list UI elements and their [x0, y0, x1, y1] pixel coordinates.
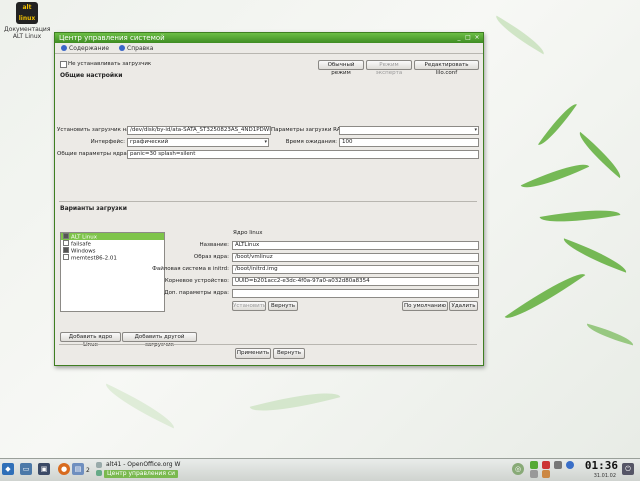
extra-params-label: Доп. параметры ядра: — [164, 290, 229, 296]
checkbox-icon[interactable] — [63, 233, 69, 239]
tray-battery-icon[interactable] — [530, 470, 538, 478]
tray-help-icon[interactable] — [566, 461, 574, 469]
alt-linux-logo-icon: alt linux — [16, 2, 38, 24]
desktop-number[interactable]: 2 — [86, 467, 90, 475]
list-item[interactable]: memtest86-2.01 — [61, 254, 164, 262]
docs-desktop-icon[interactable]: alt linux Документация ALT Linux — [4, 2, 50, 40]
install-to-input[interactable]: /dev/disk/by-id/ata-SATA_ST3250823AS_4ND… — [127, 126, 271, 135]
tray-network-icon[interactable]: ◎ — [512, 463, 524, 475]
list-item[interactable]: Windows — [61, 247, 164, 255]
bamboo-leaf — [249, 383, 341, 421]
edit-lilo-conf-button[interactable]: Редактировать lilo.conf — [414, 60, 479, 76]
window-tabs: Содержание Справка — [55, 43, 483, 54]
initrd-input[interactable]: /boot/initrd.img — [232, 265, 479, 274]
interface-label: Интерфейс: — [90, 139, 125, 145]
bamboo-leaf — [491, 15, 549, 55]
bamboo-leaf — [101, 383, 179, 429]
timeout-input[interactable]: 100 — [339, 138, 479, 147]
bamboo-leaf — [504, 265, 586, 327]
bamboo-leaf — [584, 323, 636, 346]
window-title: Центр управления системой — [59, 34, 165, 42]
bamboo-leaf — [573, 131, 627, 179]
logout-icon[interactable]: ⏻ — [622, 463, 634, 475]
close-icon[interactable]: × — [473, 34, 481, 42]
maximize-icon[interactable]: □ — [464, 34, 472, 42]
checkbox-icon[interactable] — [63, 254, 69, 260]
checkbox-icon[interactable] — [63, 240, 69, 246]
tab-contents[interactable]: Содержание — [57, 44, 113, 53]
help-icon — [119, 45, 126, 51]
office-icon[interactable]: ▤ — [72, 463, 84, 475]
bamboo-leaf — [538, 99, 577, 150]
name-label: Название: — [199, 242, 229, 248]
revert-entry-button[interactable]: Вернуть — [268, 301, 298, 311]
home-icon — [61, 45, 67, 51]
raid-params-label: Параметры загрузки RAID: — [271, 127, 349, 133]
chevron-down-icon: ▾ — [264, 139, 267, 145]
browser-icon[interactable]: ● — [58, 463, 70, 475]
install-to-label: Установить загрузчик на — [57, 127, 130, 133]
general-settings-heading: Общие настройки — [60, 72, 123, 79]
set-default-button[interactable]: По умолчанию — [402, 301, 448, 311]
control-center-window: Центр управления системой _ □ × Содержан… — [54, 32, 484, 366]
bamboo-leaf — [560, 238, 630, 273]
date: 31.01.02 — [593, 473, 616, 479]
window-titlebar[interactable]: Центр управления системой _ □ × — [55, 33, 483, 43]
kernel-image-label: Образ ядра: — [193, 254, 229, 260]
show-desktop-icon[interactable]: ▭ — [20, 463, 32, 475]
taskbar: ◆ ▭ ▣ ● ▤ 2 alt41 - OpenOffice.org W Цен… — [0, 458, 640, 481]
chevron-down-icon: ▾ — [474, 127, 477, 133]
expert-mode-button[interactable]: Режим эксперта — [366, 60, 412, 76]
basic-mode-button[interactable]: Обычный режим — [318, 60, 364, 76]
tray-update-icon[interactable] — [530, 461, 538, 469]
no-install-loader-checkbox[interactable] — [60, 61, 67, 68]
task-openoffice[interactable]: alt41 - OpenOffice.org W — [106, 461, 180, 469]
name-input[interactable]: ALTLinux — [232, 241, 479, 250]
no-install-loader-label: Не устанавливать загрузчик — [68, 61, 152, 67]
add-other-loader-button[interactable]: Добавить другой загрузчик — [122, 332, 197, 348]
task-control-center[interactable]: Центр управления си — [104, 470, 179, 478]
section-separator — [59, 201, 477, 202]
extra-params-input[interactable] — [232, 289, 479, 298]
tray-keyboard-icon[interactable] — [542, 461, 550, 469]
root-device-label: Корневое устройство: — [164, 278, 229, 284]
root-device-input[interactable]: UUID=b201acc2-e3dc-4f0a-97a0-a032d80a835… — [232, 277, 479, 286]
window-content: Не устанавливать загрузчик Обычный режим… — [57, 56, 479, 362]
add-linux-kernel-button[interactable]: Добавить ядро Linux — [60, 332, 121, 348]
revert-button[interactable]: Вернуть — [273, 348, 305, 359]
interface-select[interactable]: графический ▾ — [127, 138, 269, 147]
boot-entries-list[interactable]: ALT Linux failsafe Windows memtest86-2.0… — [60, 232, 165, 312]
initrd-label: Файловая система в initrd: — [152, 266, 229, 272]
desktop-icon-label: Документация ALT Linux — [4, 26, 51, 40]
bottom-separator — [59, 344, 477, 345]
minimize-icon[interactable]: _ — [455, 34, 463, 42]
list-item[interactable]: ALT Linux — [61, 233, 164, 241]
apply-button[interactable]: Применить — [235, 348, 271, 359]
pager-icon[interactable] — [96, 462, 102, 468]
kernel-params-label: Общие параметры ядра: — [57, 151, 129, 157]
pager-icon[interactable] — [96, 470, 102, 476]
checkbox-icon[interactable] — [63, 247, 69, 253]
timeout-label: Время ожидания: — [285, 139, 337, 145]
start-menu-icon[interactable]: ◆ — [2, 463, 14, 475]
delete-entry-button[interactable]: Удалить — [449, 301, 478, 311]
kernel-params-input[interactable]: panic=30 splash=silent — [127, 150, 479, 159]
kernel-image-input[interactable]: /boot/vmlinuz — [232, 253, 479, 262]
clock[interactable]: 01:36 — [585, 460, 618, 472]
bamboo-leaf — [520, 155, 590, 197]
list-item[interactable]: failsafe — [61, 240, 164, 248]
terminal-icon[interactable]: ▣ — [38, 463, 50, 475]
apply-entry-button[interactable]: Установить — [232, 301, 266, 311]
tray-volume-icon[interactable] — [554, 461, 562, 469]
tray-clipboard-icon[interactable] — [542, 470, 550, 478]
bamboo-leaf — [539, 203, 621, 229]
boot-options-heading: Варианты загрузки — [60, 205, 127, 212]
tab-help[interactable]: Справка — [115, 44, 157, 53]
raid-params-select[interactable]: ▾ — [339, 126, 479, 135]
kernel-group-title: Ядро linux — [233, 230, 263, 236]
